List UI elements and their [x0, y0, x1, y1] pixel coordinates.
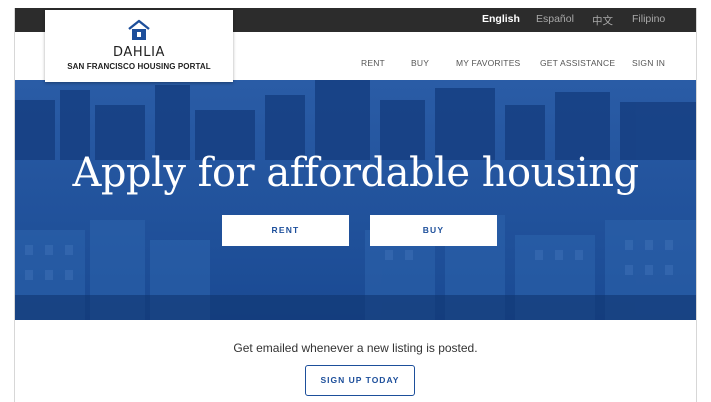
logo-subtitle: SAN FRANCISCO HOUSING PORTAL — [67, 62, 211, 71]
hero-banner: Apply for affordable housing RENT BUY — [15, 80, 696, 320]
hero-title: Apply for affordable housing — [72, 150, 639, 196]
city-background-image — [15, 80, 696, 320]
hero-rent-button[interactable]: RENT — [222, 215, 349, 246]
language-filipino-link[interactable]: Filipino — [632, 13, 665, 25]
logo-title: DAHLIA — [112, 45, 166, 60]
nav-buy-link[interactable]: BUY — [411, 58, 429, 68]
sign-up-today-button[interactable]: SIGN UP TODAY — [305, 365, 415, 396]
hero-buy-button[interactable]: BUY — [370, 215, 497, 246]
nav-sign-in-link[interactable]: SIGN IN — [632, 58, 665, 68]
language-spanish-link[interactable]: Español — [536, 13, 574, 25]
signup-message: Get emailed whenever a new listing is po… — [233, 341, 478, 355]
language-chinese-link[interactable]: 中文 — [592, 13, 613, 28]
nav-get-assistance-link[interactable]: GET ASSISTANCE — [540, 58, 615, 68]
nav-rent-link[interactable]: RENT — [361, 58, 385, 68]
house-icon — [128, 19, 150, 40]
nav-my-favorites-link[interactable]: MY FAVORITES — [456, 58, 520, 68]
dahlia-logo[interactable]: DAHLIA SAN FRANCISCO HOUSING PORTAL — [45, 10, 233, 82]
language-english-link[interactable]: English — [482, 13, 520, 25]
browser-page: English Español 中文 Filipino RENT BUY MY … — [14, 8, 697, 402]
